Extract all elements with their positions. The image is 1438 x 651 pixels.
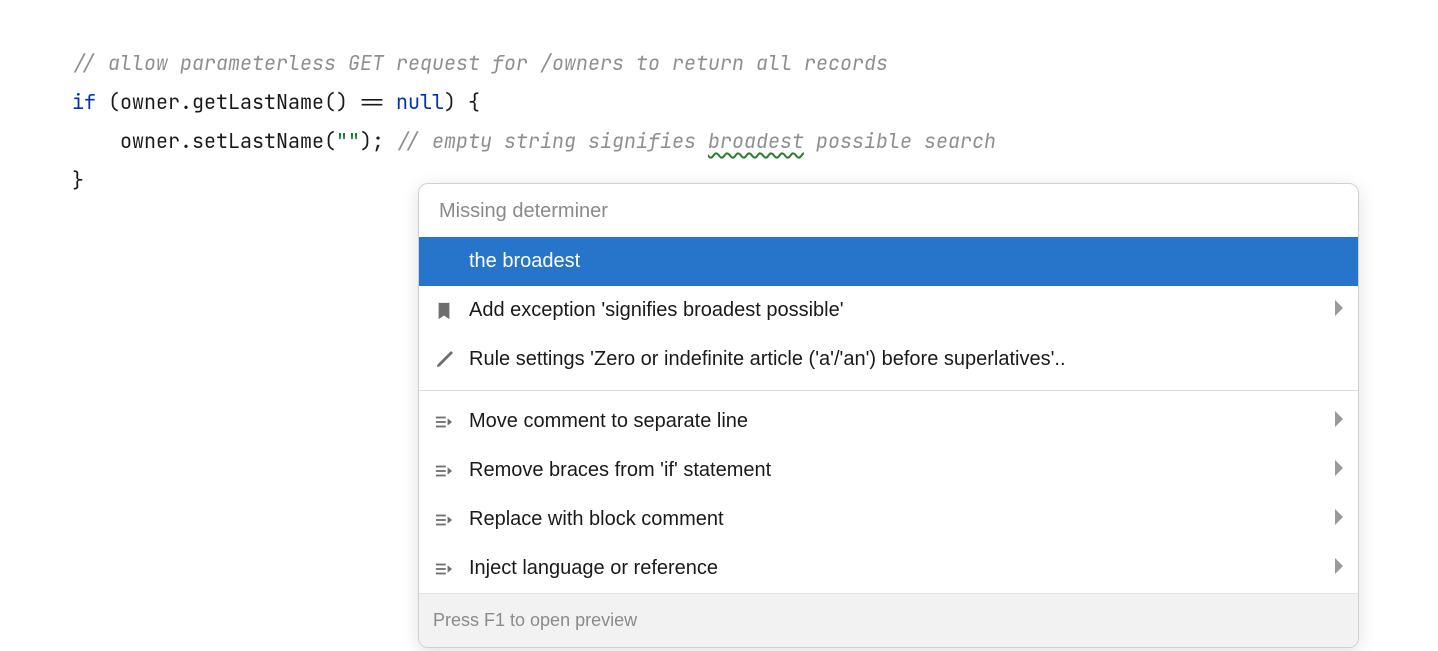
chevron-right-icon <box>1334 549 1344 588</box>
code-string: "" <box>336 128 360 154</box>
intention-item[interactable]: Remove braces from 'if' statement <box>419 446 1358 495</box>
code-editor[interactable]: // allow parameterless GET request for /… <box>0 0 1438 200</box>
intention-item-label: Inject language or reference <box>469 549 1320 588</box>
intention-popup: Missing determiner the broadest Add excep… <box>418 183 1359 648</box>
intention-item[interactable]: Rule settings 'Zero or indefinite articl… <box>419 335 1358 384</box>
intention-item[interactable]: the broadest <box>419 237 1358 286</box>
intention-item-label: Remove braces from 'if' statement <box>469 451 1320 490</box>
popup-title: Missing determiner <box>419 184 1358 237</box>
intention-item-label: Rule settings 'Zero or indefinite articl… <box>469 340 1344 379</box>
intention-item-label: Move comment to separate line <box>469 402 1320 441</box>
code-comment: // allow parameterless GET request for /… <box>72 50 888 76</box>
intention-item-label: Add exception 'signifies broadest possib… <box>469 291 1320 330</box>
chevron-right-icon <box>1334 402 1344 441</box>
code-keyword-null: null <box>396 89 444 115</box>
bookmark-icon <box>433 300 455 322</box>
popup-footer-hint: Press F1 to open preview <box>419 593 1358 647</box>
intention-item[interactable]: Inject language or reference <box>419 544 1358 593</box>
popup-divider <box>419 390 1358 391</box>
code-comment: possible search <box>804 128 996 154</box>
code-comment-error-word[interactable]: broadest <box>708 128 804 154</box>
intent-icon <box>433 411 455 433</box>
intention-item[interactable]: Move comment to separate line <box>419 397 1358 446</box>
code-text: ) { <box>444 89 480 115</box>
chevron-right-icon <box>1334 291 1344 330</box>
intention-item-label: Replace with block comment <box>469 500 1320 539</box>
intention-item-label: the broadest <box>469 242 1344 281</box>
intent-icon <box>433 558 455 580</box>
intention-item[interactable]: Add exception 'signifies broadest possib… <box>419 286 1358 335</box>
no-icon <box>433 251 455 273</box>
code-text: (owner.getLastName() == <box>96 89 396 115</box>
chevron-right-icon <box>1334 500 1344 539</box>
code-text: } <box>72 167 84 193</box>
pencil-icon <box>433 349 455 371</box>
intent-icon <box>433 460 455 482</box>
chevron-right-icon <box>1334 451 1344 490</box>
intention-item[interactable]: Replace with block comment <box>419 495 1358 544</box>
code-text: owner.setLastName( <box>72 128 336 154</box>
intent-icon <box>433 509 455 531</box>
code-comment: // empty string signifies <box>396 128 708 154</box>
code-text: ); <box>360 128 396 154</box>
code-keyword-if: if <box>72 89 96 115</box>
